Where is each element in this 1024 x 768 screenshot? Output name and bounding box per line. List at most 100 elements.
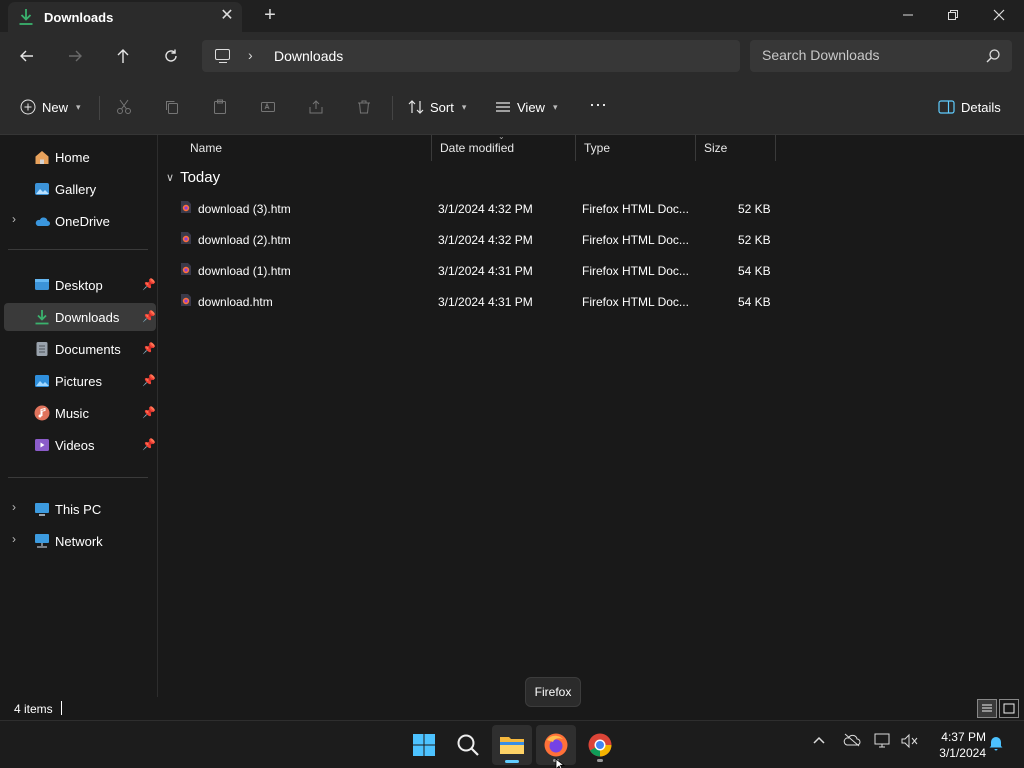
show-hidden-icons-button[interactable]	[812, 733, 826, 750]
sidebar-item-gallery[interactable]: Gallery	[4, 175, 156, 203]
pin-icon[interactable]: 📌	[142, 310, 156, 323]
notification-button[interactable]	[989, 735, 1003, 754]
details-view-button[interactable]	[977, 699, 997, 718]
column-header-type[interactable]: Type	[576, 135, 696, 161]
chevron-right-icon[interactable]: ›	[12, 532, 16, 546]
divider	[392, 96, 393, 120]
refresh-icon	[165, 49, 177, 62]
search-icon[interactable]	[986, 49, 1000, 66]
sidebar-item-this-pc[interactable]: › This PC	[4, 495, 156, 523]
sidebar-item-onedrive[interactable]: › OneDrive	[4, 207, 156, 235]
volume-tray-icon[interactable]	[901, 733, 919, 752]
start-button[interactable]	[404, 725, 444, 765]
refresh-button[interactable]	[159, 44, 183, 68]
new-button[interactable]: New ▾	[20, 95, 81, 119]
cut-button[interactable]	[116, 95, 132, 119]
system-clock[interactable]: 4:37 PM 3/1/2024	[928, 729, 986, 761]
file-name: download.htm	[198, 295, 273, 309]
pin-icon[interactable]: 📌	[142, 406, 156, 419]
file-name: download (1).htm	[198, 264, 291, 278]
sidebar-item-desktop[interactable]: Desktop 📌	[4, 271, 156, 299]
paste-button[interactable]	[212, 95, 228, 119]
column-header-size[interactable]: Size	[696, 135, 776, 161]
file-explorer-taskbar-button[interactable]	[492, 725, 532, 765]
chrome-icon	[588, 733, 612, 757]
cut-icon	[117, 99, 131, 114]
copy-button[interactable]	[164, 95, 180, 119]
arrow-right-icon	[69, 50, 82, 62]
column-header-date-label: Date modified	[440, 141, 515, 155]
minimize-button[interactable]	[885, 0, 931, 30]
navigation-bar: › Downloads	[0, 32, 1024, 80]
file-name: download (2).htm	[198, 233, 291, 247]
column-header-date-modified[interactable]: Date modified ⌄	[432, 132, 576, 161]
desktop-icon	[34, 277, 50, 293]
sidebar-item-network[interactable]: › Network	[4, 527, 156, 555]
sort-chevron-icon: ⌄	[498, 132, 505, 141]
view-button[interactable]: View ▾	[495, 95, 557, 119]
breadcrumb-separator: ›	[248, 47, 253, 63]
pin-icon[interactable]: 📌	[142, 374, 156, 387]
navigation-pane: Home Gallery › OneDrive Desktop 📌 Downlo…	[0, 135, 158, 697]
file-row[interactable]: download (2).htm 3/1/2024 4:32 PM Firefo…	[160, 224, 1024, 254]
up-button[interactable]	[111, 44, 135, 68]
file-row[interactable]: download (3).htm 3/1/2024 4:32 PM Firefo…	[160, 193, 1024, 223]
chrome-taskbar-button[interactable]	[580, 725, 620, 765]
gallery-icon	[34, 181, 50, 197]
tab-downloads[interactable]: Downloads ✕	[8, 2, 242, 32]
tiles-view-button[interactable]	[999, 699, 1019, 718]
share-button[interactable]	[308, 95, 324, 119]
videos-icon	[34, 437, 50, 453]
forward-button[interactable]	[63, 44, 87, 68]
sidebar-item-home[interactable]: Home	[4, 143, 156, 171]
cloud-offline-icon	[843, 733, 861, 747]
file-size: 54 KB	[738, 264, 771, 278]
pictures-icon	[34, 373, 50, 389]
pc-icon	[34, 501, 50, 517]
sort-button[interactable]: Sort ▾	[408, 95, 466, 119]
view-label: View	[517, 99, 545, 115]
windows-logo-icon	[413, 734, 435, 756]
rename-button[interactable]	[260, 95, 276, 119]
pin-icon[interactable]: 📌	[142, 342, 156, 355]
bell-icon	[989, 737, 1003, 751]
file-date: 3/1/2024 4:31 PM	[438, 264, 533, 278]
firefox-html-file-icon	[180, 200, 192, 214]
network-icon	[874, 733, 890, 748]
paste-icon	[214, 99, 226, 114]
file-row[interactable]: download.htm 3/1/2024 4:31 PM Firefox HT…	[160, 286, 1024, 316]
pin-icon[interactable]: 📌	[142, 278, 156, 291]
pin-icon[interactable]: 📌	[142, 438, 156, 451]
delete-button[interactable]	[356, 95, 372, 119]
clock-time: 4:37 PM	[941, 730, 986, 744]
search-input[interactable]	[762, 47, 982, 63]
column-header-name[interactable]: Name	[182, 135, 432, 161]
running-indicator	[597, 759, 603, 762]
folder-icon	[500, 737, 524, 754]
details-pane-button[interactable]: Details	[938, 95, 1001, 119]
sidebar-item-documents[interactable]: Documents 📌	[4, 335, 156, 363]
search-box[interactable]	[750, 40, 1012, 72]
sidebar-item-music[interactable]: Music 📌	[4, 399, 156, 427]
onedrive-tray-icon[interactable]	[843, 733, 861, 750]
chevron-right-icon[interactable]: ›	[12, 212, 16, 226]
more-options-button[interactable]: ···	[589, 92, 607, 116]
sidebar-item-videos[interactable]: Videos 📌	[4, 431, 156, 459]
sidebar-item-pictures[interactable]: Pictures 📌	[4, 367, 156, 395]
file-type: Firefox HTML Doc...	[582, 233, 689, 247]
chevron-right-icon[interactable]: ›	[12, 500, 16, 514]
back-button[interactable]	[15, 44, 39, 68]
file-row[interactable]: download (1).htm 3/1/2024 4:31 PM Firefo…	[160, 255, 1024, 285]
close-window-button[interactable]	[976, 0, 1022, 30]
chevron-up-icon	[813, 736, 825, 744]
new-tab-button[interactable]: +	[260, 5, 280, 27]
sidebar-item-downloads[interactable]: Downloads 📌	[4, 303, 156, 331]
file-type: Firefox HTML Doc...	[582, 295, 689, 309]
group-header-today[interactable]: ∨ Today	[166, 169, 220, 186]
close-tab-button[interactable]: ✕	[218, 7, 236, 25]
breadcrumb-downloads[interactable]: Downloads	[274, 48, 343, 64]
network-tray-icon[interactable]	[874, 733, 892, 752]
taskbar-search-button[interactable]	[448, 725, 488, 765]
restore-button[interactable]	[930, 0, 976, 30]
address-bar[interactable]: › Downloads	[202, 40, 740, 72]
